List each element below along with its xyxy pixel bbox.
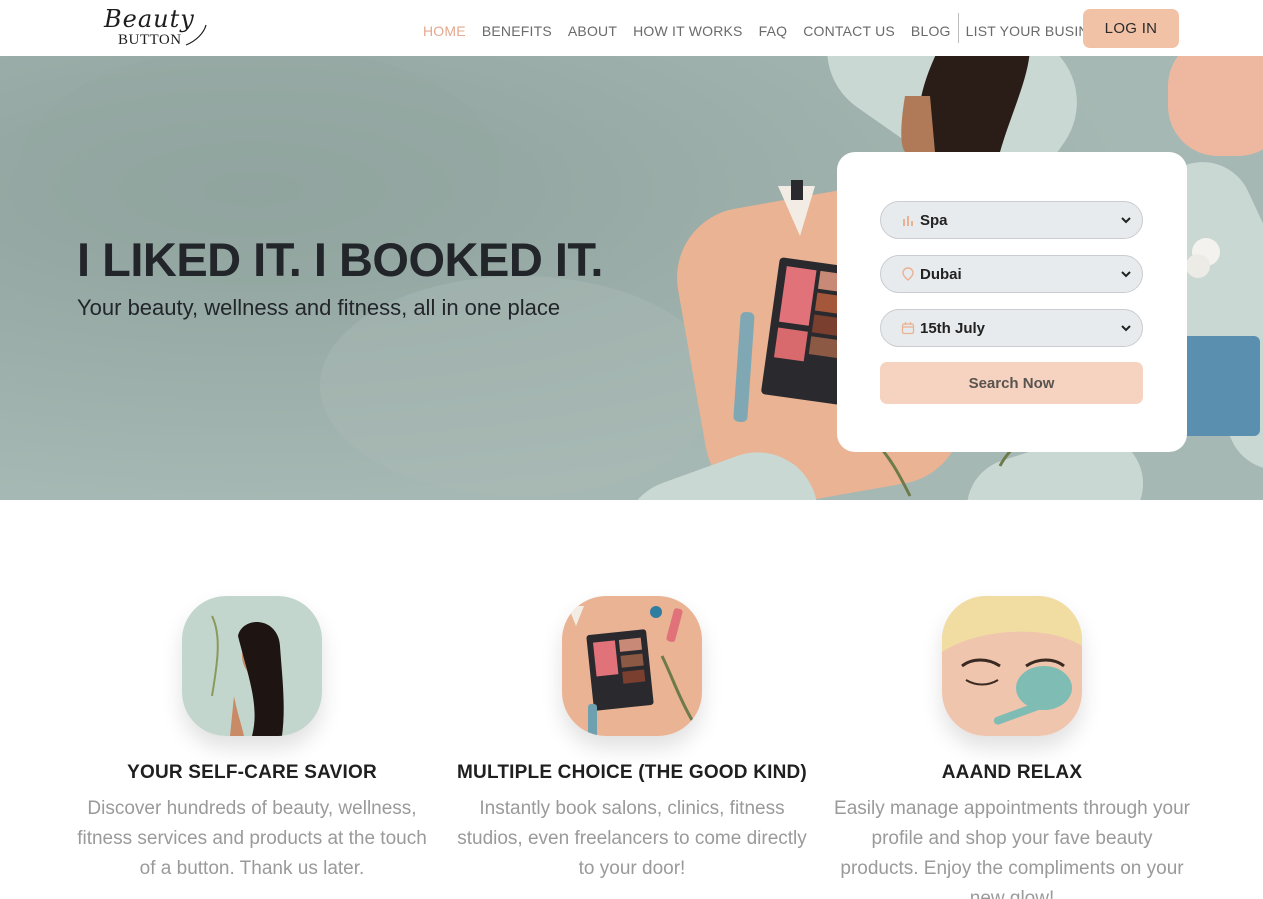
feature-title: YOUR SELF-CARE SAVIOR [127,762,377,783]
nav-home[interactable]: HOME [423,23,466,39]
date-value: 15th July [920,319,986,337]
feature-title: AAAND RELAX [941,762,1083,783]
hero-subtitle: Your beauty, wellness and fitness, all i… [77,295,561,320]
calendar-icon [901,322,915,335]
nav-how-it-works[interactable]: HOW IT WORKS [633,23,742,39]
nav-benefits[interactable]: BENEFITS [482,23,552,39]
feature-text: Discover hundreds of beauty, wellness, f… [77,798,427,879]
category-value: Spa [920,211,948,229]
search-card: Spa Dubai 15th July Search Now [837,152,1187,452]
nav-contact-us[interactable]: CONTACT US [803,23,895,39]
feature-self-care: YOUR SELF-CARE SAVIOR Discover hundreds … [72,596,432,884]
location-select[interactable]: Dubai [880,255,1143,293]
location-pin-icon [902,267,914,281]
spa-icon [903,216,913,226]
nav-blog[interactable]: BLOG [911,23,951,39]
nav-faq[interactable]: FAQ [759,23,788,39]
chevron-down-icon [1121,325,1131,332]
top-nav: Beauty BUTTON HOME BENEFITS ABOUT HOW IT… [0,0,1263,56]
location-value: Dubai [920,265,962,283]
feature-relax: AAAND RELAX Easily manage appointments t… [832,596,1192,899]
nav-about[interactable]: ABOUT [568,23,617,39]
category-select[interactable]: Spa [880,201,1143,239]
woman-illustration-icon [182,596,322,736]
chevron-down-icon [1121,271,1131,278]
feature-multiple-choice: MULTIPLE CHOICE (THE GOOD KIND) Instantl… [452,596,812,884]
nav-divider [957,13,959,43]
chevron-down-icon [1121,217,1131,224]
feature-text: Easily manage appointments through your … [834,798,1190,899]
feature-title: MULTIPLE CHOICE (THE GOOD KIND) [457,762,807,783]
brand-logo[interactable]: Beauty BUTTON [100,5,210,51]
search-now-button[interactable]: Search Now [880,362,1143,404]
face-mask-illustration-icon [942,596,1082,736]
makeup-palette-illustration-icon [562,596,702,736]
date-select[interactable]: 15th July [880,309,1143,347]
logo-swash-icon [185,24,207,46]
hero-banner: I LIKED IT. I BOOKED IT. Your beauty, we… [0,56,1263,500]
hero-title: I LIKED IT. I BOOKED IT. [77,233,603,286]
feature-text: Instantly book salons, clinics, fitness … [457,798,807,879]
login-button[interactable]: LOG IN [1083,9,1179,48]
main-menu: HOME BENEFITS ABOUT HOW IT WORKS FAQ CON… [423,13,1133,43]
